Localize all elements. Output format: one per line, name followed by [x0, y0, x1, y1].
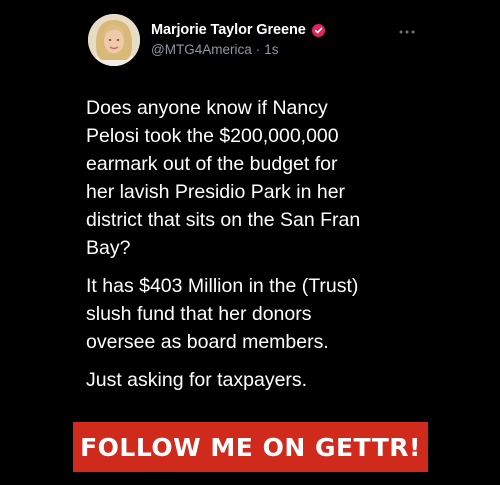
tweet-line: her lavish Presidio Park in her: [86, 181, 346, 203]
tweet-paragraph-2: It has $403 Million in the (Trust) slush…: [86, 272, 426, 356]
handle-time-separator: ·: [255, 42, 261, 57]
tweet-line: slush fund that her donors: [86, 303, 312, 325]
tweet-paragraph-1: Does anyone know if Nancy Pelosi took th…: [86, 94, 426, 262]
tweet-paragraph-3: Just asking for taxpayers.: [86, 366, 426, 394]
tweet-line: Bay?: [86, 237, 131, 259]
author-display-name[interactable]: Marjorie Taylor Greene: [151, 22, 306, 38]
tweet-line: Does anyone know if Nancy: [86, 97, 328, 119]
tweet-text: Does anyone know if Nancy Pelosi took th…: [86, 94, 426, 404]
tweet-card: Marjorie Taylor Greene @MTG4America · 1s D…: [0, 0, 500, 485]
more-options-icon[interactable]: [396, 24, 418, 34]
verified-badge-icon: [311, 23, 325, 37]
tweet-line: It has $403 Million in the (Trust): [86, 275, 359, 297]
avatar[interactable]: [88, 14, 140, 66]
tweet-line: earmark out of the budget for: [86, 153, 338, 175]
author-name-row: Marjorie Taylor Greene: [151, 22, 325, 38]
follow-gettr-label: FOLLOW ME ON GETTR!: [80, 432, 421, 462]
tweet-line: Just asking for taxpayers.: [86, 369, 308, 391]
tweet-timestamp[interactable]: 1s: [264, 42, 278, 57]
follow-gettr-banner[interactable]: FOLLOW ME ON GETTR!: [73, 422, 428, 472]
author-handle[interactable]: @MTG4America: [151, 42, 252, 57]
avatar-image: [88, 14, 140, 66]
tweet-line: oversee as board members.: [86, 331, 329, 353]
author-handle-row: @MTG4America · 1s: [151, 42, 278, 57]
tweet-line: Pelosi took the $200,000,000: [86, 125, 339, 147]
tweet-line: district that sits on the San Fran: [86, 209, 361, 231]
